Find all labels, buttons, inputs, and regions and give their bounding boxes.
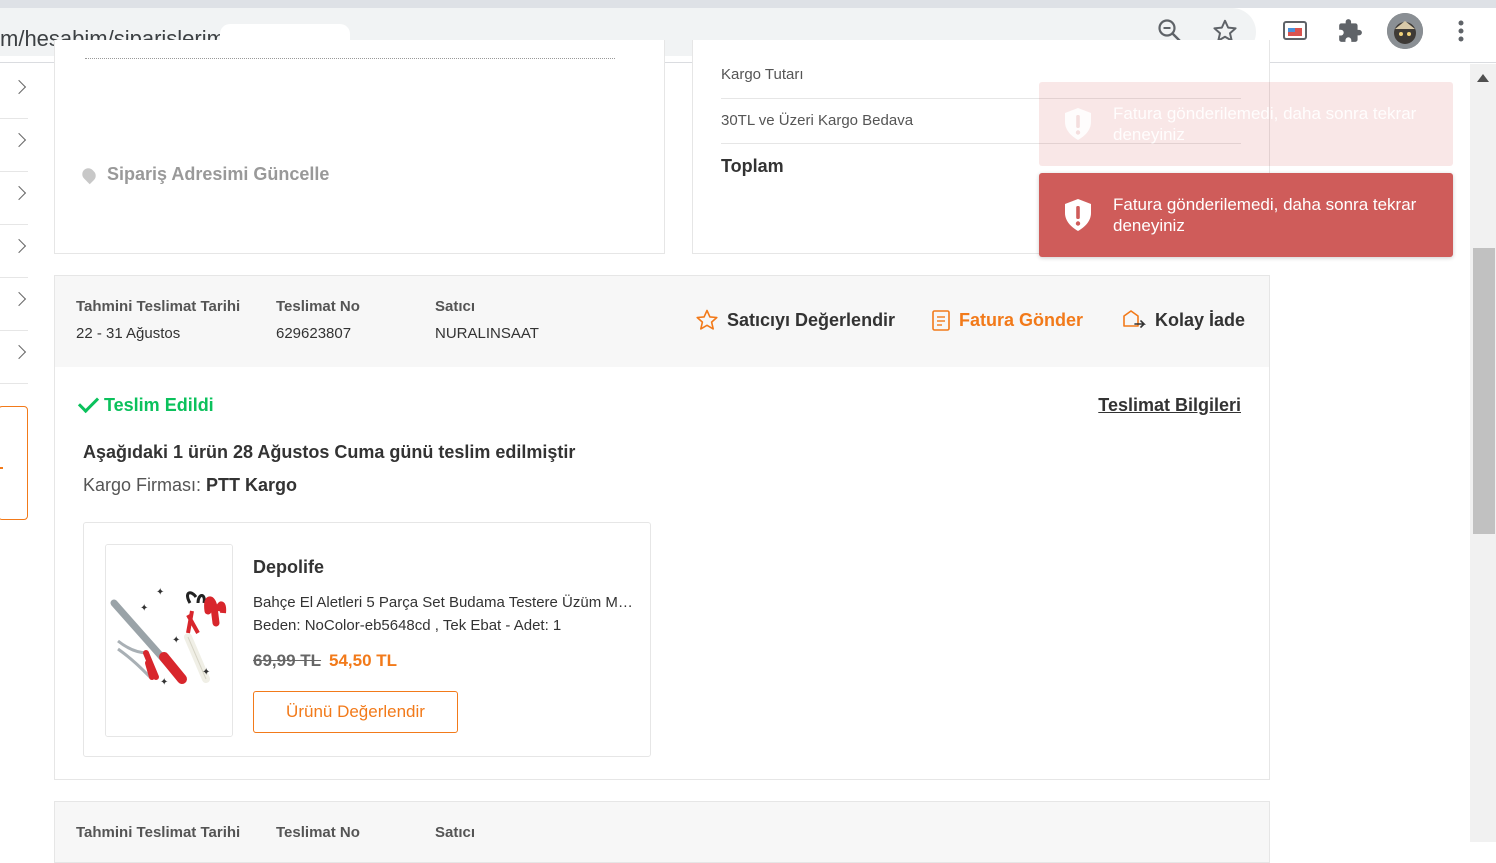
location-pin-icon <box>79 165 99 184</box>
summary-label: 30TL ve Üzeri Kargo Bedava <box>721 112 914 129</box>
page-scrollbar-thumb[interactable] <box>1473 248 1495 534</box>
return-box-icon <box>1123 310 1146 328</box>
side-promo-box[interactable] <box>0 406 28 520</box>
shipment-body: Teslim Edildi Teslimat Bilgileri Aşağıda… <box>54 367 1270 780</box>
side-nav-item[interactable] <box>0 278 28 331</box>
cast-icon[interactable] <box>1280 16 1310 46</box>
summary-label: Kargo Tutarı <box>721 66 804 83</box>
product-image[interactable]: ✦ ✦ ✦ ✦ ✦ <box>105 544 233 737</box>
browser-tab-strip <box>0 0 1496 8</box>
svg-text:✦: ✦ <box>140 603 148 614</box>
svg-text:✦: ✦ <box>156 587 164 598</box>
easy-return-label: Kolay İade <box>1155 309 1246 330</box>
cargo-value: PTT Kargo <box>206 475 298 495</box>
delivery-no-value: 629623807 <box>276 325 352 342</box>
toast-message: Fatura gönderilemedi, daha sonra tekrar … <box>1113 195 1417 235</box>
seller-label: Satıcı <box>435 298 476 315</box>
update-address-label: Sipariş Adresimi Güncelle <box>107 164 330 184</box>
easy-return-button[interactable]: Kolay İade <box>1121 308 1245 332</box>
product-old-price: 69,99 TL <box>253 651 322 670</box>
toast-error-fading[interactable]: Fatura gönderilemedi, daha sonra tekrar … <box>1039 82 1453 166</box>
side-nav-item[interactable] <box>0 119 28 172</box>
account-side-nav <box>0 66 28 384</box>
side-nav-item[interactable] <box>0 225 28 278</box>
checkmark-icon <box>77 391 100 414</box>
delivery-no-label: Teslimat No <box>276 298 360 315</box>
rate-product-button[interactable]: Ürünü Değerlendir <box>253 691 458 733</box>
product-brand[interactable]: Depolife <box>253 557 324 578</box>
svg-text:✦: ✦ <box>172 635 180 646</box>
delivery-date-label: Tahmini Teslimat Tarihi <box>76 298 241 315</box>
extensions-icon[interactable] <box>1335 16 1365 46</box>
product-price: 54,50 TL <box>329 651 398 670</box>
side-nav-item[interactable] <box>0 331 28 384</box>
next-delivery-header: Tahmini Teslimat Tarihi Teslimat No Satı… <box>54 801 1270 863</box>
send-invoice-label: Fatura Gönder <box>959 309 1084 330</box>
chevron-right-icon <box>11 185 27 201</box>
summary-total-label: Toplam <box>721 156 784 176</box>
shield-alert-icon <box>1065 108 1091 140</box>
seller-label: Satıcı <box>435 824 476 841</box>
address-card: Sipariş Adresimi Güncelle <box>54 40 665 254</box>
chevron-right-icon <box>11 291 27 307</box>
toast-message: Fatura gönderilemedi, daha sonra tekrar … <box>1113 104 1417 144</box>
summary-row-shipping: Kargo Tutarı <box>721 66 1241 83</box>
product-variant: Beden: NoColor-eb5648cd , Tek Ebat - Ade… <box>253 617 562 634</box>
delivery-message: Aşağıdaki 1 ürün 28 Ağustos Cuma günü te… <box>83 442 576 462</box>
side-nav-item[interactable] <box>0 172 28 225</box>
cargo-label: Kargo Firması: <box>83 475 202 495</box>
update-address-link[interactable]: Sipariş Adresimi Güncelle <box>79 164 330 185</box>
svg-text:✦: ✦ <box>202 667 210 678</box>
address-text-redacted <box>85 58 615 61</box>
menu-icon[interactable] <box>1446 16 1476 46</box>
promo-mark <box>0 467 3 469</box>
chevron-right-icon <box>11 238 27 254</box>
product-card: ✦ ✦ ✦ ✦ ✦ Depolife Bahçe El Aletleri 5 P… <box>83 522 651 757</box>
chevron-right-icon <box>11 344 27 360</box>
delivery-status-label: Teslim Edildi <box>104 395 214 415</box>
delivery-date-label: Tahmini Teslimat Tarihi <box>76 824 241 841</box>
star-outline-icon <box>696 309 718 330</box>
toast-error[interactable]: Fatura gönderilemedi, daha sonra tekrar … <box>1039 173 1453 257</box>
chevron-right-icon <box>11 132 27 148</box>
profile-avatar[interactable] <box>1387 13 1423 49</box>
send-invoice-button[interactable]: Fatura Gönder <box>931 308 1083 332</box>
rate-seller-button[interactable]: Satıcıyı Değerlendir <box>695 308 895 332</box>
rate-seller-label: Satıcıyı Değerlendir <box>727 309 896 330</box>
chevron-right-icon <box>11 79 27 95</box>
delivery-no-label: Teslimat No <box>276 824 360 841</box>
product-name[interactable]: Bahçe El Aletleri 5 Parça Set Budama Tes… <box>253 594 633 611</box>
delivery-header: Tahmini Teslimat Tarihi 22 - 31 Ağustos … <box>54 275 1270 369</box>
cargo-company: Kargo Firması: PTT Kargo <box>83 475 297 496</box>
delivery-status: Teslim Edildi <box>77 391 214 416</box>
side-nav-item[interactable] <box>0 66 28 119</box>
delivery-date-value: 22 - 31 Ağustos <box>76 325 181 342</box>
scroll-up-arrow-icon[interactable] <box>1477 74 1489 82</box>
svg-text:✦: ✦ <box>160 677 168 688</box>
seller-value: NURALINSAAT <box>435 325 539 342</box>
delivery-info-link[interactable]: Teslimat Bilgileri <box>1098 395 1241 416</box>
shield-alert-icon <box>1065 199 1091 231</box>
invoice-icon <box>932 310 950 331</box>
